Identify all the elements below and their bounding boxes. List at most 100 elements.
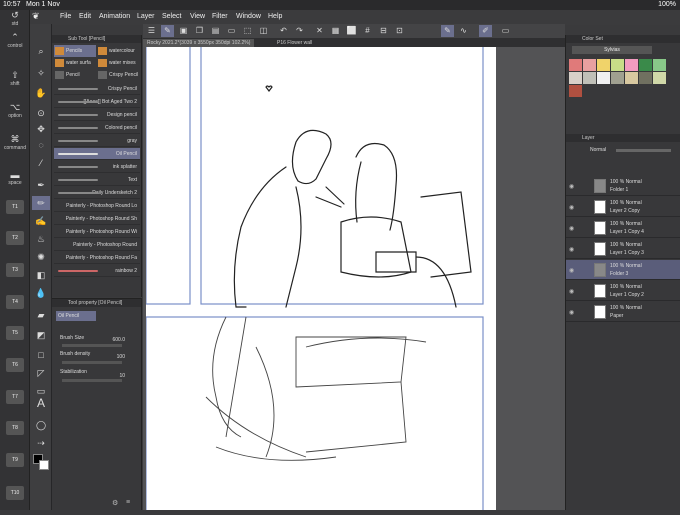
cmd-space[interactable]: ▬ space: [0, 170, 30, 186]
eraser-icon[interactable]: ◧: [32, 268, 50, 282]
t-key-10[interactable]: T10: [6, 486, 24, 500]
color-swatch[interactable]: [611, 72, 624, 84]
layer-row[interactable]: ◉ 100 % Normal Folder 1: [566, 176, 680, 196]
color-swatch[interactable]: [611, 59, 624, 71]
brush-item[interactable]: Painterly - Photoshop Round: [54, 239, 140, 251]
hamburger-icon[interactable]: ☰: [145, 25, 158, 37]
fill-tool-icon[interactable]: ▰: [32, 308, 50, 322]
menu-select[interactable]: Select: [162, 13, 181, 20]
visibility-eye-icon[interactable]: ◉: [569, 204, 574, 211]
t-key-2[interactable]: T2: [6, 231, 24, 245]
grid-icon[interactable]: #: [361, 25, 374, 37]
menu-filter[interactable]: Filter: [212, 13, 228, 20]
color-swatch[interactable]: [625, 59, 638, 71]
t-key-9[interactable]: T9: [6, 453, 24, 467]
stroke-icon[interactable]: ✐: [479, 25, 492, 37]
colorset-name[interactable]: Sylvias: [572, 46, 652, 54]
gradient-icon[interactable]: ◩: [32, 328, 50, 342]
t-key-6[interactable]: T6: [6, 358, 24, 372]
color-swatch[interactable]: [569, 59, 582, 71]
menu-animation[interactable]: Animation: [99, 13, 130, 20]
group-watercolour[interactable]: watercolour: [97, 45, 139, 57]
paste-icon[interactable]: ▤: [209, 25, 222, 37]
visibility-eye-icon[interactable]: ◉: [569, 225, 574, 232]
visibility-eye-icon[interactable]: ◉: [569, 288, 574, 295]
brush-item[interactable]: Crispy Pencil: [54, 83, 140, 95]
group-pencils[interactable]: Pencils: [54, 45, 96, 57]
menu-view[interactable]: View: [190, 13, 205, 20]
visibility-eye-icon[interactable]: ◉: [569, 309, 574, 316]
snap-icon[interactable]: ⊡: [393, 25, 406, 37]
menu-window[interactable]: Window: [236, 13, 261, 20]
group-water-surfa[interactable]: water surfa: [54, 57, 96, 69]
color-swatch[interactable]: [639, 72, 652, 84]
brush-item-oil-pencil[interactable]: Oil Pencil: [54, 148, 140, 160]
t-key-4[interactable]: T4: [6, 295, 24, 309]
brush-density-value[interactable]: 100: [117, 354, 125, 360]
color-swatch[interactable]: [597, 72, 610, 84]
undo-toolbar-icon[interactable]: ↶: [277, 25, 290, 37]
visibility-eye-icon[interactable]: ◉: [569, 183, 574, 190]
pen-mode-icon[interactable]: ✎: [161, 25, 174, 37]
magic-wand-icon[interactable]: ✧: [32, 66, 50, 80]
brush-item[interactable]: Text: [54, 174, 140, 186]
menu-help[interactable]: Help: [268, 13, 282, 20]
group-crispy-pencil[interactable]: Crispy Pencil: [97, 69, 139, 81]
layer-row[interactable]: ◉ 100 % Normal Layer 2 Copy: [566, 197, 680, 217]
brush-item[interactable]: Painterly - Photoshop Round Sh: [54, 213, 140, 225]
blend-icon[interactable]: 💧: [32, 286, 50, 300]
smooth-icon[interactable]: ∿: [457, 25, 470, 37]
brush-item[interactable]: rainbow 2: [54, 265, 140, 277]
t-key-1[interactable]: T1: [6, 200, 24, 214]
brush-item[interactable]: [[Aaaa]] Bot Aged Two 2: [54, 96, 140, 108]
menu-toggle-icon[interactable]: ≡: [126, 499, 130, 506]
brush-icon[interactable]: ✍: [32, 214, 50, 228]
pen-pressure-icon[interactable]: ✎: [441, 25, 454, 37]
sub-color-swatch[interactable]: [39, 460, 49, 470]
save-icon[interactable]: ▣: [177, 25, 190, 37]
brush-item[interactable]: Painterly - Photoshop Round Wi: [54, 226, 140, 238]
color-swatch[interactable]: [625, 72, 638, 84]
undo-button[interactable]: ↺ std: [0, 10, 30, 27]
airbrush-icon[interactable]: ♨: [32, 232, 50, 246]
visibility-eye-icon[interactable]: ◉: [569, 267, 574, 274]
drawing-canvas[interactable]: [145, 41, 496, 515]
brush-density-slider[interactable]: [62, 361, 122, 364]
cmd-shift[interactable]: ⇧ shift: [0, 70, 30, 87]
brush-item[interactable]: gray: [54, 135, 140, 147]
stabilization-slider[interactable]: [62, 379, 122, 382]
tab-rocky[interactable]: Rocky 2021.2*(3039 x 3550px 350dpi 102.2…: [143, 39, 255, 47]
brush-item[interactable]: ink splatter: [54, 161, 140, 173]
menu-file[interactable]: File: [60, 13, 71, 20]
layer-row[interactable]: ◉ 100 % Normal Layer 1 Copy 3: [566, 239, 680, 259]
cmd-control[interactable]: ⌃ control: [0, 32, 30, 49]
color-swatch[interactable]: [597, 59, 610, 71]
zoom-icon[interactable]: ⌕: [32, 44, 50, 58]
frame-icon[interactable]: ◸: [32, 366, 50, 380]
blend-mode-select[interactable]: Normal: [590, 147, 606, 153]
t-key-8[interactable]: T8: [6, 421, 24, 435]
color-swatch[interactable]: [569, 72, 582, 84]
color-swatch[interactable]: [569, 85, 582, 97]
dropper-icon[interactable]: ⁄: [32, 156, 50, 170]
brush-size-slider[interactable]: [62, 344, 122, 347]
transform-icon[interactable]: ⬚: [241, 25, 254, 37]
copy-icon[interactable]: ❐: [193, 25, 206, 37]
figure-icon[interactable]: □: [32, 348, 50, 362]
redo-toolbar-icon[interactable]: ↷: [293, 25, 306, 37]
app-logo-icon[interactable]: ❦: [32, 11, 40, 22]
color-swatch[interactable]: [583, 72, 596, 84]
t-key-7[interactable]: T7: [6, 390, 24, 404]
lasso-icon[interactable]: ◌: [32, 138, 50, 152]
brush-item[interactable]: Colored pencil: [54, 122, 140, 134]
layer-row[interactable]: ◉ 100 % Normal Layer 1 Copy 4: [566, 218, 680, 238]
group-pencil[interactable]: Pencil: [54, 69, 96, 81]
cmd-option[interactable]: ⌥ option: [0, 102, 30, 119]
balloon-icon[interactable]: ◯: [32, 418, 50, 432]
brush-item[interactable]: Painterly - Photoshop Round Fa: [54, 252, 140, 264]
tool-settings-icon[interactable]: ⚙: [112, 499, 118, 507]
decoration-icon[interactable]: ✺: [32, 250, 50, 264]
layer-row[interactable]: ◉ 100 % Normal Layer 1 Copy 2: [566, 281, 680, 301]
color-swatch[interactable]: [653, 59, 666, 71]
t-key-3[interactable]: T3: [6, 263, 24, 277]
